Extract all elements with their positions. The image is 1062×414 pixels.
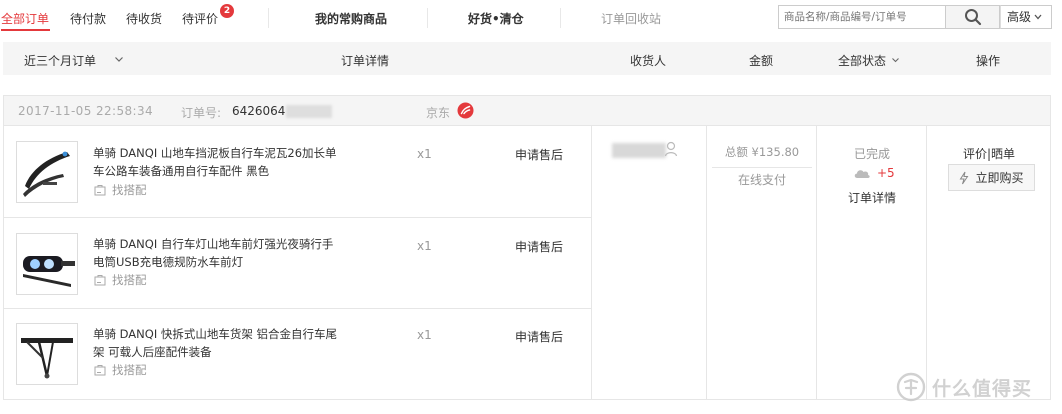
find-match-link[interactable]: 找搭配 [94,182,147,198]
review-share-link[interactable]: 评价|晒单 [927,145,1051,162]
person-icon[interactable] [664,141,678,157]
period-filter[interactable]: 近三个月订单 [24,52,124,69]
order-search-box [778,5,946,29]
tab-clearance[interactable]: 好货•清仓 [468,10,524,27]
product-name[interactable]: 单骑 DANQI 山地车挡泥板自行车泥瓦26加长单车公路车装备通用自行车配件 黑… [93,144,343,180]
amount-cell: 总额 ¥135.80 在线支付 [706,126,816,399]
cloud-icon [854,170,870,178]
order-header: 2017-11-05 22:58:34 订单号: 6426064 京东 [4,96,1050,126]
column-amount: 金额 [749,54,774,68]
product-image-mudguard[interactable] [16,141,78,203]
watermark: 什么值得买 [896,371,1032,403]
match-icon [94,185,106,196]
rear-rack-image [21,338,73,379]
actions-cell: 评价|晒单 立即购买 [926,126,1050,399]
advanced-label: 高级 [1007,10,1032,24]
chevron-down-icon [891,58,899,63]
tab-divider [560,8,561,28]
order-detail-link[interactable]: 订单详情 [817,189,927,206]
pending-review-count-badge: 2 [220,4,234,18]
apply-after-sale-link[interactable]: 申请售后 [515,146,563,163]
order-items: 单骑 DANQI 山地车挡泥板自行车泥瓦26加长单车公路车装备通用自行车配件 黑… [4,126,591,399]
find-match-label: 找搭配 [112,273,147,287]
tab-divider [268,8,269,28]
column-order-details: 订单详情 [341,54,390,68]
reward-points: +5 [853,166,895,180]
amount-divider [712,167,812,168]
column-recipient: 收货人 [630,54,667,68]
find-match-link[interactable]: 找搭配 [94,272,147,288]
item-quantity: x1 [417,328,432,342]
order-search-input[interactable] [779,6,945,28]
order-number-label: 订单号: [181,106,222,120]
item-quantity: x1 [417,147,432,161]
find-match-label: 找搭配 [112,363,147,377]
product-image-rear-rack[interactable] [16,323,78,385]
redacted-order-number [286,105,332,118]
tab-frequent-items[interactable]: 我的常购商品 [315,10,387,27]
chevron-down-icon [1034,14,1042,20]
find-match-link[interactable]: 找搭配 [94,362,147,378]
order-card: 2017-11-05 22:58:34 订单号: 6426064 京东 单骑 D… [3,95,1051,400]
reward-points-value: +5 [877,166,895,180]
tab-recycle-bin[interactable]: 订单回收站 [601,10,661,27]
payment-method: 在线支付 [737,173,786,187]
order-total: 总额 ¥135.80 [724,145,800,159]
lightning-icon [960,171,969,184]
column-actions: 操作 [976,54,1001,68]
order-datetime: 2017-11-05 22:58:34 [18,104,154,118]
headlight-image [23,256,75,287]
recipient-cell [591,126,706,399]
order-number[interactable]: 6426064 [232,104,285,118]
advanced-search-button[interactable]: 高级 [1000,5,1052,29]
buy-again-label: 立即购买 [975,171,1024,185]
tab-pending-payment[interactable]: 待付款 [70,10,106,27]
search-icon [964,9,981,26]
tab-pending-review[interactable]: 待评价 [182,10,218,27]
status-filter[interactable]: 全部状态 [838,52,900,69]
search-button[interactable] [946,5,1000,29]
jd-service-icon[interactable] [457,102,474,119]
tab-pending-receipt[interactable]: 待收货 [126,10,162,27]
order-table-header: 近三个月订单 订单详情 收货人 金额 全部状态 操作 [3,42,1051,75]
status-filter-label: 全部状态 [838,54,887,68]
period-filter-label: 近三个月订单 [24,54,97,68]
tab-all-orders[interactable]: 全部订单 [1,10,49,27]
find-match-label: 找搭配 [112,183,147,197]
tab-divider [427,8,428,28]
shop-name[interactable]: 京东 [426,104,450,121]
apply-after-sale-link[interactable]: 申请售后 [515,238,563,255]
mudguard-image [23,151,70,197]
order-status: 已完成 [853,147,890,161]
watermark-text: 什么值得买 [932,377,1033,400]
apply-after-sale-link[interactable]: 申请售后 [515,328,563,345]
smzdm-logo-icon [896,372,926,402]
chevron-down-icon [114,57,123,62]
order-item: 单骑 DANQI 快拆式山地车货架 铝合金自行车尾架 可载人后座配件装备 找搭配… [4,308,591,399]
order-item: 单骑 DANQI 自行车灯山地车前灯强光夜骑行手电筒USB充电德规防水车前灯 找… [4,217,591,308]
product-name[interactable]: 单骑 DANQI 自行车灯山地车前灯强光夜骑行手电筒USB充电德规防水车前灯 [93,235,343,271]
item-quantity: x1 [417,239,432,253]
active-tab-indicator [1,29,50,31]
product-name[interactable]: 单骑 DANQI 快拆式山地车货架 铝合金自行车尾架 可载人后座配件装备 [93,325,343,361]
product-image-headlight[interactable] [16,233,78,295]
order-tabs: 全部订单 待付款 待收货 待评价 2 我的常购商品 好货•清仓 订单回收站 高级 [0,0,1062,36]
redacted-recipient-name [612,143,666,158]
buy-again-button[interactable]: 立即购买 [948,164,1035,191]
match-icon [94,275,106,286]
match-icon [94,365,106,376]
order-item: 单骑 DANQI 山地车挡泥板自行车泥瓦26加长单车公路车装备通用自行车配件 黑… [4,126,591,217]
status-cell: 已完成 +5 订单详情 [816,126,926,399]
